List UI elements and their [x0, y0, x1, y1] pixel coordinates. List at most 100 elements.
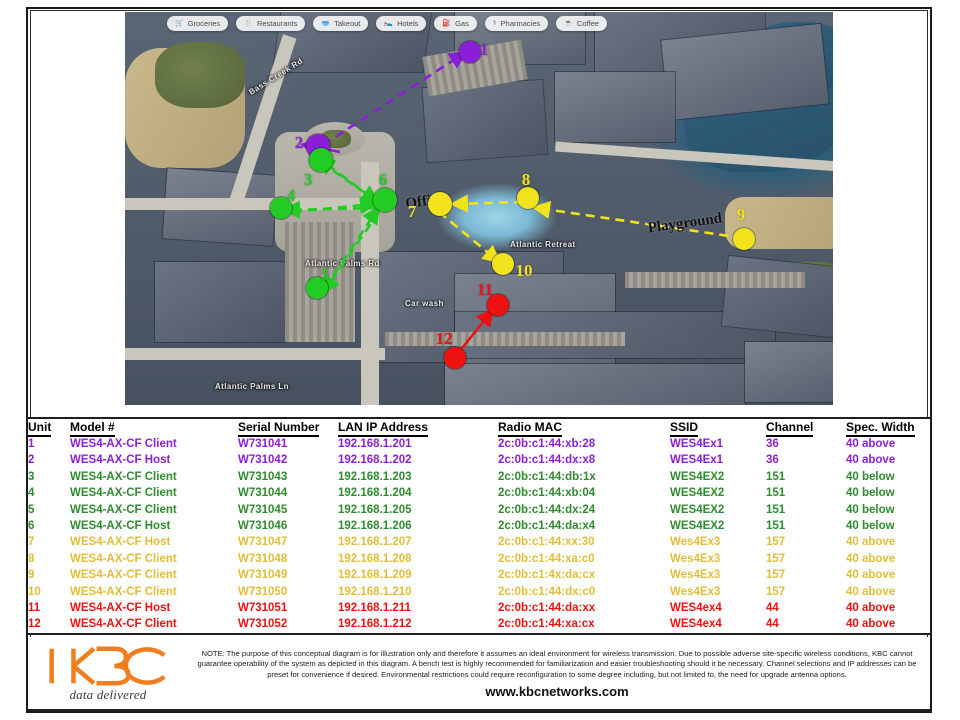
- cell-ssid: WES4EX2: [670, 487, 725, 500]
- node-6[interactable]: [373, 188, 397, 212]
- cell-channel: 151: [766, 487, 786, 500]
- cell-model: WES4-AX-CF Host: [70, 602, 171, 615]
- cell-ip: 192.168.1.209: [338, 569, 412, 582]
- cell-channel: 44: [766, 602, 779, 615]
- cell-model: WES4-AX-CF Client: [70, 585, 177, 598]
- table-row: 10 WES4-AX-CF Client W731050 192.168.1.210 2…: [28, 584, 930, 600]
- cell-unit: 8: [28, 552, 35, 565]
- cell-spec: 40 above: [846, 618, 896, 631]
- device-config-table: Unit Model # Serial Number LAN IP Addres…: [28, 417, 930, 635]
- node-label-10: 10: [515, 261, 533, 280]
- node-12[interactable]: [444, 347, 466, 369]
- cell-serial: W731042: [238, 454, 288, 467]
- footer-note-cell: NOTE: The purpose of this conceptual dia…: [188, 637, 930, 709]
- link-12-to-11: [457, 307, 495, 353]
- table-row: 2 WES4-AX-CF Host W731042 192.168.1.202 2c:0…: [28, 452, 930, 468]
- cell-ip: 192.168.1.204: [338, 487, 412, 500]
- cell-ssid: Wes4Ex3: [670, 536, 721, 549]
- cell-serial: W731050: [238, 585, 288, 598]
- cell-serial: W731047: [238, 536, 288, 549]
- cell-unit: 1: [28, 438, 35, 450]
- table-row: 4 WES4-AX-CF Client W731044 192.168.1.204 2c…: [28, 485, 930, 501]
- cell-spec: 40 above: [846, 536, 896, 549]
- kbc-tagline: data delivered: [69, 686, 147, 702]
- cell-ssid: Wes4Ex3: [670, 585, 721, 598]
- cell-unit: 10: [28, 585, 41, 598]
- cell-serial: W731041: [238, 438, 288, 450]
- column-header-mac: Radio MAC: [498, 419, 670, 437]
- column-header-ssid: SSID: [670, 419, 766, 437]
- cell-spec: 40 below: [846, 470, 895, 483]
- link-2-to-1: [322, 51, 468, 147]
- column-header-model: Model #: [70, 419, 238, 437]
- cell-spec: 40 above: [846, 569, 896, 582]
- node-label-2: 2: [294, 133, 304, 152]
- cell-serial: W731052: [238, 618, 288, 631]
- cell-channel: 157: [766, 552, 786, 565]
- cell-model: WES4-AX-CF Host: [70, 536, 171, 549]
- table-row: 1 WES4-AX-CF Client W731041 192.168.1.201 2c…: [28, 436, 930, 452]
- node-label-4: 4: [286, 186, 296, 205]
- cell-channel: 157: [766, 569, 786, 582]
- cell-ip: 192.168.1.208: [338, 552, 412, 565]
- column-header-ip: LAN IP Address: [338, 419, 498, 437]
- cell-channel: 36: [766, 454, 779, 467]
- link-overlay: [281, 51, 744, 353]
- cell-mac: 2c:0b:c1:44:db:1x: [498, 470, 596, 483]
- cell-serial: W731051: [238, 602, 288, 615]
- cell-mac: 2c:0b:c1:44:xb:04: [498, 487, 596, 500]
- cell-spec: 40 below: [846, 487, 895, 500]
- cell-spec: 40 above: [846, 454, 896, 467]
- cell-mac: 2c:0b:c1:44:xa:c0: [498, 552, 595, 565]
- node-label-12: 12: [435, 329, 453, 348]
- node-label-3: 3: [303, 170, 313, 189]
- link-6-to-4: [281, 200, 378, 219]
- cell-ssid: WES4ex4: [670, 618, 722, 631]
- cell-ssid: WES4EX2: [670, 520, 725, 533]
- cell-spec: 40 above: [846, 552, 896, 565]
- cell-mac: 2c:0b:c1:44:dx:24: [498, 503, 596, 516]
- cell-model: WES4-AX-CF Client: [70, 503, 177, 516]
- cell-ip: 192.168.1.207: [338, 536, 412, 549]
- cell-model: WES4-AX-CF Client: [70, 487, 177, 500]
- cell-spec: 40 above: [846, 602, 896, 615]
- node-7[interactable]: [428, 192, 452, 216]
- cell-unit: 6: [28, 520, 35, 533]
- table-body: 1 WES4-AX-CF Client W731041 192.168.1.201 2c…: [28, 436, 930, 633]
- link-5-to-6: [323, 205, 380, 289]
- website-url[interactable]: www.kbcnetworks.com: [485, 684, 628, 699]
- cell-mac: 2c:0b:c1:44:dx:x8: [498, 454, 596, 467]
- site-map[interactable]: 🛒 Groceries 🍴 Restaurants 🥣 Takeout 🛌 Ho…: [125, 12, 833, 405]
- cell-unit: 9: [28, 569, 35, 582]
- cell-unit: 11: [28, 602, 41, 615]
- cell-mac: 2c:0b:c1:44:xx:30: [498, 536, 595, 549]
- footer: data delivered NOTE: The purpose of this…: [28, 637, 930, 711]
- cell-ssid: WES4EX2: [670, 470, 725, 483]
- node-label-9: 9: [736, 205, 746, 224]
- cell-spec: 40 above: [846, 438, 896, 450]
- node-1[interactable]: [459, 41, 481, 63]
- node-10[interactable]: [492, 253, 514, 275]
- cell-serial: W731046: [238, 520, 288, 533]
- cell-model: WES4-AX-CF Client: [70, 618, 177, 631]
- kbc-logo: data delivered: [28, 637, 188, 709]
- cell-channel: 157: [766, 536, 786, 549]
- disclaimer-note: NOTE: The purpose of this conceptual dia…: [197, 649, 917, 679]
- node-8[interactable]: [517, 187, 539, 209]
- table-row: 9 WES4-AX-CF Client W731049 192.168.1.209 2c…: [28, 567, 930, 583]
- cell-serial: W731048: [238, 552, 288, 565]
- table-row: 11 WES4-AX-CF Host W731051 192.168.1.211 2c:…: [28, 600, 930, 616]
- cell-spec: 40 above: [846, 585, 896, 598]
- node-label-1: 1: [479, 40, 489, 59]
- kbc-logo-icon: [49, 645, 166, 686]
- cell-ip: 192.168.1.206: [338, 520, 412, 533]
- cell-mac: 2c:0b:c1:44:da:x4: [498, 520, 596, 533]
- cell-mac: 2c:0b:c1:4x:da:cx: [498, 569, 596, 582]
- node-3[interactable]: [309, 148, 333, 172]
- cell-model: WES4-AX-CF Client: [70, 569, 177, 582]
- node-9[interactable]: [733, 228, 755, 250]
- cell-ssid: WES4Ex1: [670, 454, 724, 467]
- cell-spec: 40 below: [846, 520, 895, 533]
- cell-unit: 7: [28, 536, 35, 549]
- cell-channel: 44: [766, 618, 779, 631]
